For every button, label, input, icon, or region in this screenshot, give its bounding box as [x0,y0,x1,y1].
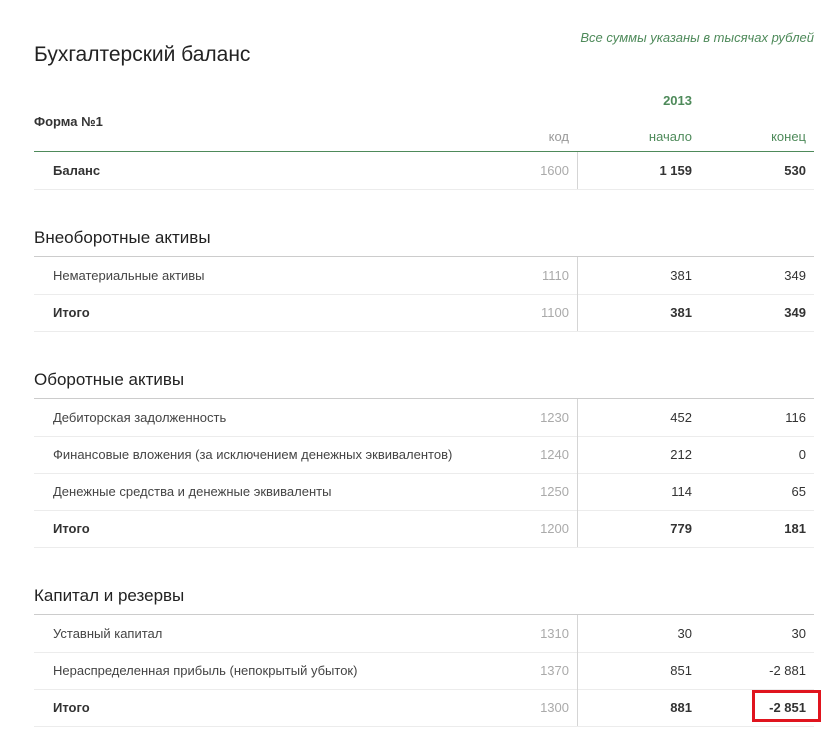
form-label: Форма №1 [34,114,103,129]
row-start-value: 212 [670,447,692,462]
total-row: Итого 1300 881 -2 851 [34,689,814,727]
total-row: Итого 1200 779 181 [34,510,814,548]
table-row: Нематериальные активы 1110 381 349 [34,257,814,295]
row-start-value: 30 [677,626,692,641]
row-code: 1110 [542,268,569,283]
row-end-value: -2 881 [769,663,806,678]
row-end-value: 349 [784,268,806,283]
table-row: Денежные средства и денежные эквиваленты… [34,473,814,511]
row-name: Нематериальные активы [53,268,205,283]
page-title: Бухгалтерский баланс [34,43,251,66]
total-row: Итого 1100 381 349 [34,294,814,332]
highlight-box [752,690,821,722]
row-code: 1370 [540,663,569,678]
row-code: 1240 [540,447,569,462]
table-row: Нераспределенная прибыль (непокрытый убы… [34,652,814,690]
balance-sheet-page: Все суммы указаны в тысячах рублей Бухга… [0,0,839,749]
section-title-capital-reserves: Капитал и резервы [34,586,185,605]
row-code: 1230 [540,410,569,425]
column-header-start: начало [648,129,692,144]
row-end-value: 349 [784,305,806,320]
row-end-value: 181 [784,521,806,536]
row-start-value: 881 [670,700,692,715]
section-title-current-assets: Оборотные активы [34,370,185,389]
currency-note: Все суммы указаны в тысячах рублей [580,30,814,45]
row-name: Нераспределенная прибыль (непокрытый убы… [53,663,358,678]
year-header: 2013 [663,93,692,108]
row-name: Уставный капитал [53,626,163,641]
table-row: Финансовые вложения (за исключением дене… [34,436,814,474]
row-start-value: 452 [670,410,692,425]
balance-row: Баланс 1600 1 159 530 [34,152,814,190]
column-header-end: конец [771,129,806,144]
row-name: Баланс [53,163,101,178]
row-code: 1250 [540,484,569,499]
row-start-value: 381 [670,268,692,283]
row-end-value: 30 [791,626,806,641]
row-code: 1600 [540,163,569,178]
row-end-value: 0 [798,447,806,462]
row-end-value: 116 [785,410,806,425]
table-row: Дебиторская задолженность 1230 452 116 [34,399,814,437]
row-start-value: 381 [670,305,692,320]
row-name: Финансовые вложения (за исключением дене… [53,447,453,462]
row-code: 1310 [540,626,569,641]
column-header-code: код [548,129,569,144]
row-start-value: 114 [671,484,692,499]
row-code: 1200 [540,521,569,536]
row-name: Итого [53,521,90,536]
row-start-value: 851 [670,663,692,678]
row-start-value: 1 159 [659,163,692,178]
row-code: 1300 [540,700,569,715]
row-name: Дебиторская задолженность [53,410,227,425]
row-name: Итого [53,305,90,320]
row-end-value: 530 [784,163,806,178]
table-row: Уставный капитал 1310 30 30 [34,615,814,653]
row-code: 1100 [541,305,569,320]
row-end-value: 65 [791,484,806,499]
row-start-value: 779 [670,521,692,536]
section-title-noncurrent-assets: Внеоборотные активы [34,228,211,247]
row-name: Итого [53,700,90,715]
row-name: Денежные средства и денежные эквиваленты [53,484,332,499]
